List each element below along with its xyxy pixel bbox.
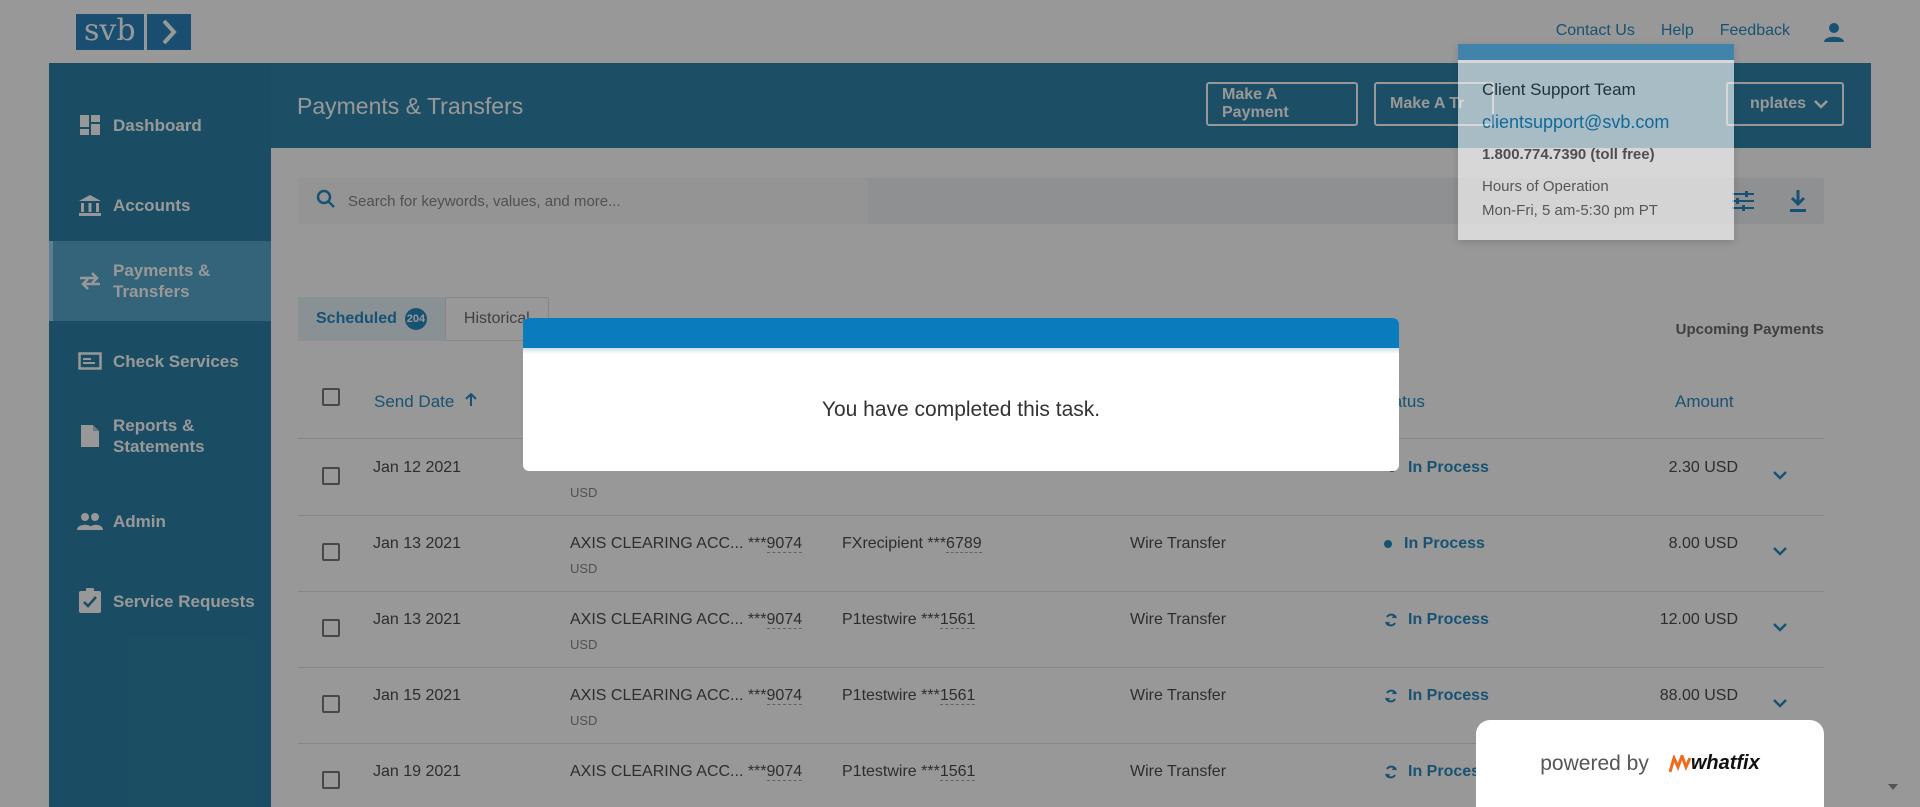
dialog-header-bar [523, 318, 1399, 348]
support-card-header-bar [1458, 44, 1734, 60]
dialog-header-shadow [523, 348, 1399, 354]
app-window: svb Contact Us Help Feedback Dashboard A… [0, 0, 1920, 807]
task-complete-dialog: You have completed this task. [523, 318, 1399, 471]
support-team-name: Client Support Team [1482, 80, 1636, 99]
powered-by-label: powered by [1540, 751, 1649, 775]
powered-by-panel: powered by whatfix [1476, 720, 1824, 807]
support-hours-label: Hours of Operation [1482, 178, 1609, 195]
dialog-message: You have completed this task. [821, 398, 1101, 421]
scroll-down-arrow-icon[interactable] [1888, 777, 1898, 795]
whatfix-mark-icon [1668, 754, 1691, 772]
whatfix-logo[interactable]: whatfix [1668, 752, 1760, 775]
support-hours: Mon-Fri, 5 am-5:30 pm PT [1482, 202, 1658, 219]
whatfix-logo-text: whatfix [1690, 752, 1760, 774]
support-phone: 1.800.774.7390 (toll free) [1482, 146, 1655, 163]
support-email-link[interactable]: clientsupport@svb.com [1482, 112, 1669, 133]
client-support-card: Client Support Team clientsupport@svb.co… [1458, 44, 1734, 240]
